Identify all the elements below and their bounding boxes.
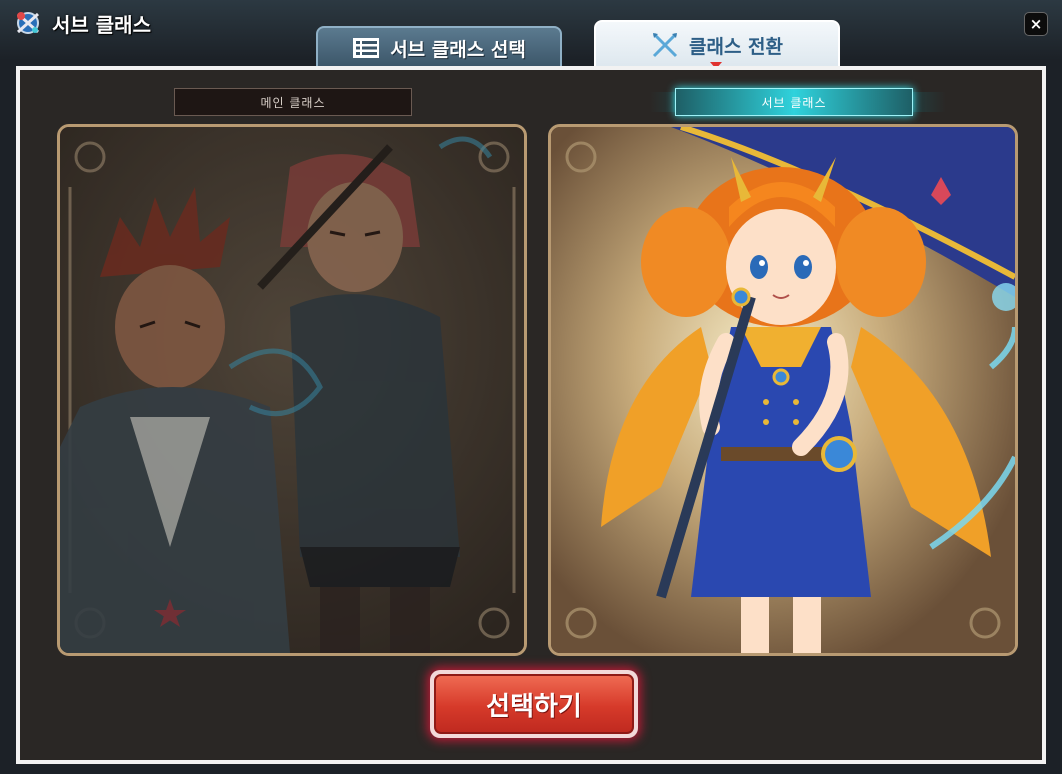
sub-class-card[interactable] [548,124,1018,656]
sub-class-label: 서브 클래스 [675,88,913,116]
sub-class-artwork [551,127,1015,653]
crossed-swords-icon [651,31,679,59]
tab-class-switch[interactable]: 클래스 전환 [594,20,840,68]
close-button[interactable]: × [1024,12,1048,36]
sub-class-window: 서브 클래스 × 서브 클래스 선택 클래스 전환 메인 클래스 서브 클래스 … [0,0,1062,774]
main-class-artwork [60,127,524,653]
tab-sub-class-select[interactable]: 서브 클래스 선택 [316,26,562,68]
tab-label: 서브 클래스 선택 [390,38,526,61]
list-icon [352,37,380,59]
select-button[interactable]: 선택하기 [430,670,638,738]
tab-label: 클래스 전환 [688,35,783,58]
main-class-card[interactable] [57,124,527,656]
main-class-label: 메인 클래스 [174,88,412,116]
sub-class-emblem-icon [12,8,44,36]
select-button-label: 선택하기 [434,674,634,734]
window-title: 서브 클래스 [52,13,151,37]
class-panel: 메인 클래스 서브 클래스 선택하기 [16,66,1046,764]
